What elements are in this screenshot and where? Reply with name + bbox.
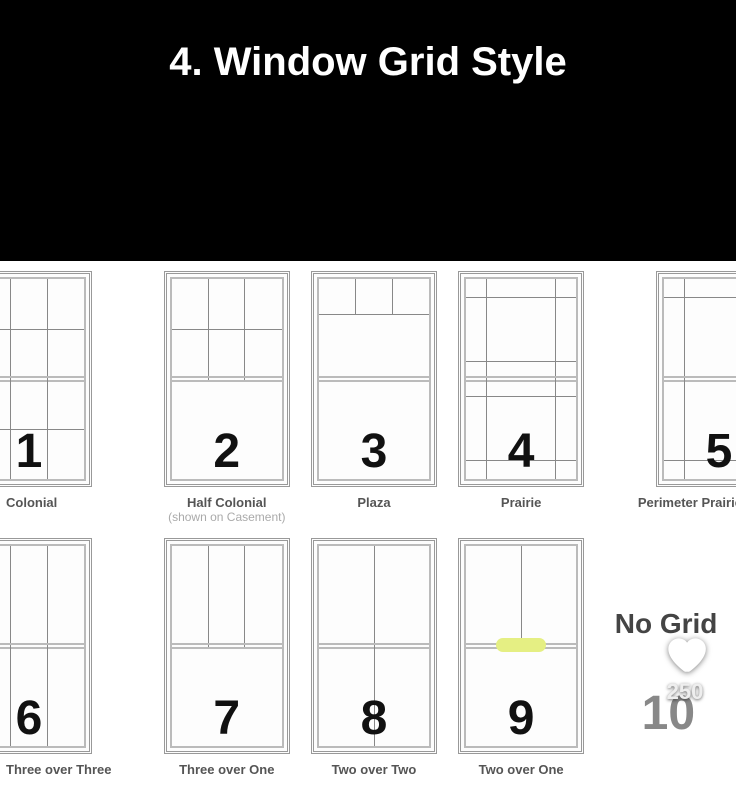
window-card: 4 Prairie xyxy=(448,271,595,524)
like-button[interactable]: 250 xyxy=(660,628,710,705)
highlight-mark xyxy=(496,638,546,652)
number: 5 xyxy=(659,428,736,476)
window-card: 5 Perimeter Prairie xyxy=(595,271,736,524)
window-diagram-three-over-three: 6 xyxy=(0,538,92,754)
number: 8 xyxy=(314,695,434,743)
label: Three over One xyxy=(153,762,300,777)
page-title: 4. Window Grid Style xyxy=(0,40,736,85)
label: Perimeter Prairie xyxy=(595,495,736,510)
window-diagram-two-over-two: 8 xyxy=(311,538,437,754)
number: 7 xyxy=(167,695,287,743)
reference-sheet: 1 Colonial 2 Half Colonial (shown on Cas… xyxy=(0,261,736,795)
window-card: 9 Two over One xyxy=(448,538,595,777)
row-2: 6 Three over Three 7 Three over One xyxy=(0,538,736,777)
label: Two over One xyxy=(448,762,595,777)
like-count: 250 xyxy=(660,679,710,705)
window-diagram-three-over-one: 7 xyxy=(164,538,290,754)
number: 1 xyxy=(0,428,89,476)
window-diagram-half-colonial: 2 xyxy=(164,271,290,487)
heart-icon xyxy=(660,628,710,683)
window-card: 6 Three over Three xyxy=(0,538,153,777)
window-diagram-perimeter-prairie: 5 xyxy=(656,271,736,487)
window-card: 8 Two over Two xyxy=(300,538,447,777)
label: Two over Two xyxy=(300,762,447,777)
window-diagram-plaza: 3 xyxy=(311,271,437,487)
number: 3 xyxy=(314,428,434,476)
window-diagram-prairie: 4 xyxy=(458,271,584,487)
window-card: 2 Half Colonial (shown on Casement) xyxy=(153,271,300,524)
sublabel: (shown on Casement) xyxy=(153,510,300,524)
window-diagram-colonial: 1 xyxy=(0,271,92,487)
row-1: 1 Colonial 2 Half Colonial (shown on Cas… xyxy=(0,261,736,524)
label: Colonial xyxy=(6,495,153,510)
window-card: 1 Colonial xyxy=(0,271,153,524)
window-diagram-two-over-one: 9 xyxy=(458,538,584,754)
label: Half Colonial xyxy=(153,495,300,510)
label: Plaza xyxy=(300,495,447,510)
number: 6 xyxy=(0,695,89,743)
label: Three over Three xyxy=(6,762,153,777)
window-card: 7 Three over One xyxy=(153,538,300,777)
window-card: 3 Plaza xyxy=(300,271,447,524)
number: 9 xyxy=(461,695,581,743)
number: 2 xyxy=(167,428,287,476)
label: Prairie xyxy=(448,495,595,510)
number: 4 xyxy=(461,428,581,476)
